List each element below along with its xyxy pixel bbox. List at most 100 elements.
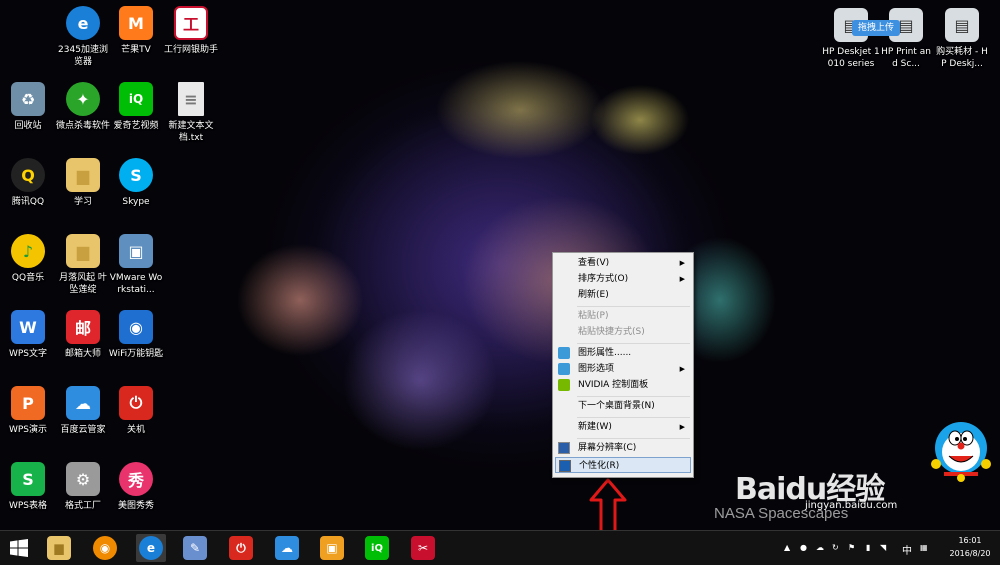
desktop-icon-baidu-cloud[interactable]: ☁ 百度云管家 — [55, 386, 111, 436]
desktop-icon-2345-browser[interactable]: e 2345加速浏览器 — [55, 6, 111, 68]
desktop-icon-new-text-doc[interactable]: ≡ 新建文本文档.txt — [163, 82, 219, 144]
tray-cloud-icon[interactable]: ☁ — [816, 543, 824, 552]
wps-presentation-icon: P — [11, 386, 45, 420]
desktop-icon-wifi-key[interactable]: ◉ WiFi万能钥匙 — [108, 310, 164, 360]
desktop-icon-hp-print-scan[interactable]: ▤ HP Print and Sc... — [880, 8, 932, 70]
desktop-icon-skype[interactable]: S Skype — [108, 158, 164, 208]
intel-graphics-icon — [558, 363, 570, 375]
menu-item-paste: 粘贴(P) — [578, 311, 609, 321]
taskbar: ▆ ◉ e ✎ ⏻ ☁ ▣ iQ ✂ ▲ ● ☁ ↻ ⚑ ▮ ◥ 中 ▦ 16:… — [0, 530, 1000, 565]
desktop-context-menu: 查看(V) ▶ 排序方式(O) ▶ 刷新(E) 粘贴(P) 粘贴快捷方式(S) 图形… — [552, 252, 694, 478]
tray-user-icon[interactable]: ● — [800, 543, 807, 552]
desktop-icon-qq-music[interactable]: ♪ QQ音乐 — [0, 234, 56, 284]
tray-date: 2016/8/20 — [949, 549, 991, 558]
menu-separator — [577, 306, 690, 307]
shutdown-icon: ⏻ — [229, 536, 253, 560]
taskbar-tool[interactable]: ✂ — [408, 534, 438, 562]
submenu-arrow-icon: ▶ — [679, 275, 685, 283]
baidu-watermark-url: jingyan.baidu.com — [805, 500, 898, 511]
desktop[interactable]: e 2345加速浏览器 M 芒果TV 工 工行网银助手 ♻ 回收站 ✦ 微点杀毒… — [0, 0, 1000, 530]
folder-icon: ▆ — [66, 234, 100, 268]
menu-separator — [577, 417, 690, 418]
doraemon-mascot — [930, 418, 992, 490]
baidu-cloud-icon: ☁ — [275, 536, 299, 560]
taskbar-browser[interactable]: e — [136, 534, 166, 562]
tray-wifi-icon[interactable]: ◥ — [880, 543, 886, 552]
desktop-icon-mail-master[interactable]: 邮 邮箱大师 — [55, 310, 111, 360]
menu-item-next-background[interactable]: 下一个桌面背景(N) — [555, 398, 691, 414]
desktop-icon-folder-study[interactable]: ▆ 学习 — [55, 158, 111, 208]
tray-keyboard-icon[interactable]: ▦ — [920, 543, 928, 552]
taskbar-shutdown[interactable]: ⏻ — [226, 534, 256, 562]
submenu-arrow-icon: ▶ — [679, 365, 685, 373]
text-file-icon: ≡ — [178, 82, 204, 116]
taskbar-vmware[interactable]: ▣ — [317, 534, 347, 562]
menu-item-paste-shortcut: 粘贴快捷方式(S) — [578, 327, 645, 337]
menu-item-graphics-properties[interactable]: 图形属性...... — [555, 345, 691, 361]
menu-item-view[interactable]: 查看(V) ▶ — [555, 255, 691, 271]
desktop-icon-antivirus[interactable]: ✦ 微点杀毒软件 — [55, 82, 111, 132]
tray-update-icon[interactable]: ↻ — [832, 543, 839, 552]
skype-icon: S — [119, 158, 153, 192]
tray-battery-icon[interactable]: ▮ — [866, 543, 870, 552]
start-button[interactable] — [4, 534, 34, 562]
mango-tv-icon: M — [119, 6, 153, 40]
desktop-icon-icbc-assistant[interactable]: 工 工行网银助手 — [163, 6, 219, 56]
taskbar-baidu-cloud[interactable]: ☁ — [272, 534, 302, 562]
tool-icon: ✂ — [411, 536, 435, 560]
desktop-icon-wps-presentation[interactable]: P WPS演示 — [0, 386, 56, 436]
browser-icon: e — [66, 6, 100, 40]
folder-icon: ▆ — [66, 158, 100, 192]
menu-item-nvidia-control-panel[interactable]: NVIDIA 控制面板 — [555, 377, 691, 393]
tray-ime-indicator[interactable]: 中 — [902, 542, 912, 557]
desktop-icon-wps-writer[interactable]: W WPS文字 — [0, 310, 56, 360]
red-arrow-annotation — [589, 478, 627, 530]
desktop-icon-recycle-bin[interactable]: ♻ 回收站 — [0, 82, 56, 132]
desktop-icon-hp-supplies[interactable]: ▤ 购买耗材 - HP Deskj... — [934, 8, 990, 70]
taskbar-wifi-key[interactable]: ◉ — [90, 534, 120, 562]
iqiyi-icon: iQ — [119, 82, 153, 116]
windows-logo-icon — [10, 539, 28, 557]
desktop-icon-format-factory[interactable]: ⚙ 格式工厂 — [55, 462, 111, 512]
desktop-icon-meitu[interactable]: 秀 美图秀秀 — [108, 462, 164, 512]
iqiyi-icon: iQ — [365, 536, 389, 560]
browser-icon: e — [139, 536, 163, 560]
taskbar-paint[interactable]: ✎ — [180, 534, 210, 562]
menu-item-screen-resolution[interactable]: 屏幕分辨率(C) — [555, 440, 691, 456]
menu-item-refresh[interactable]: 刷新(E) — [555, 287, 691, 303]
tray-network-icon[interactable]: ▲ — [784, 543, 790, 552]
desktop-icon-qq[interactable]: Q 腾讯QQ — [0, 158, 56, 208]
meitu-icon: 秀 — [119, 462, 153, 496]
tray-flag-icon[interactable]: ⚑ — [848, 543, 855, 552]
desktop-icon-mango-tv[interactable]: M 芒果TV — [108, 6, 164, 56]
wps-writer-icon: W — [11, 310, 45, 344]
display-icon — [558, 442, 570, 454]
menu-separator — [577, 438, 690, 439]
desktop-icon-iqiyi[interactable]: iQ 爱奇艺视频 — [108, 82, 164, 132]
wifi-key-icon: ◉ — [119, 310, 153, 344]
submenu-arrow-icon: ▶ — [679, 259, 685, 267]
mail-master-icon: 邮 — [66, 310, 100, 344]
desktop-icon-hp-deskjet[interactable]: ▤ HP Deskjet 1010 series — [822, 8, 880, 70]
upload-tooltip[interactable]: 拖拽上传 — [852, 20, 901, 36]
paint-icon: ✎ — [183, 536, 207, 560]
tray-time: 16:01 — [958, 536, 982, 545]
wifi-key-icon: ◉ — [93, 536, 117, 560]
printer-icon: ▤ — [945, 8, 979, 42]
nvidia-icon — [558, 379, 570, 391]
menu-item-new[interactable]: 新建(W) ▶ — [555, 419, 691, 435]
taskbar-iqiyi[interactable]: iQ — [362, 534, 392, 562]
power-icon: ⏻ — [119, 386, 153, 420]
menu-item-personalize[interactable]: 个性化(R) — [555, 457, 691, 473]
baidu-cloud-icon: ☁ — [66, 386, 100, 420]
menu-item-graphics-options[interactable]: 图形选项 ▶ — [555, 361, 691, 377]
desktop-icon-vmware[interactable]: ▣ VMware Workstati... — [108, 234, 164, 296]
qq-music-icon: ♪ — [11, 234, 45, 268]
format-factory-icon: ⚙ — [66, 462, 100, 496]
menu-item-sort-by[interactable]: 排序方式(O) ▶ — [555, 271, 691, 287]
taskbar-file-explorer[interactable]: ▆ — [44, 534, 74, 562]
desktop-icon-shutdown[interactable]: ⏻ 关机 — [108, 386, 164, 436]
tray-clock[interactable]: 16:01 2016/8/20 — [946, 536, 994, 558]
desktop-icon-folder-lotus[interactable]: ▆ 月落风起 叶坠莲绽 — [55, 234, 111, 296]
desktop-icon-wps-spreadsheet[interactable]: S WPS表格 — [0, 462, 56, 512]
